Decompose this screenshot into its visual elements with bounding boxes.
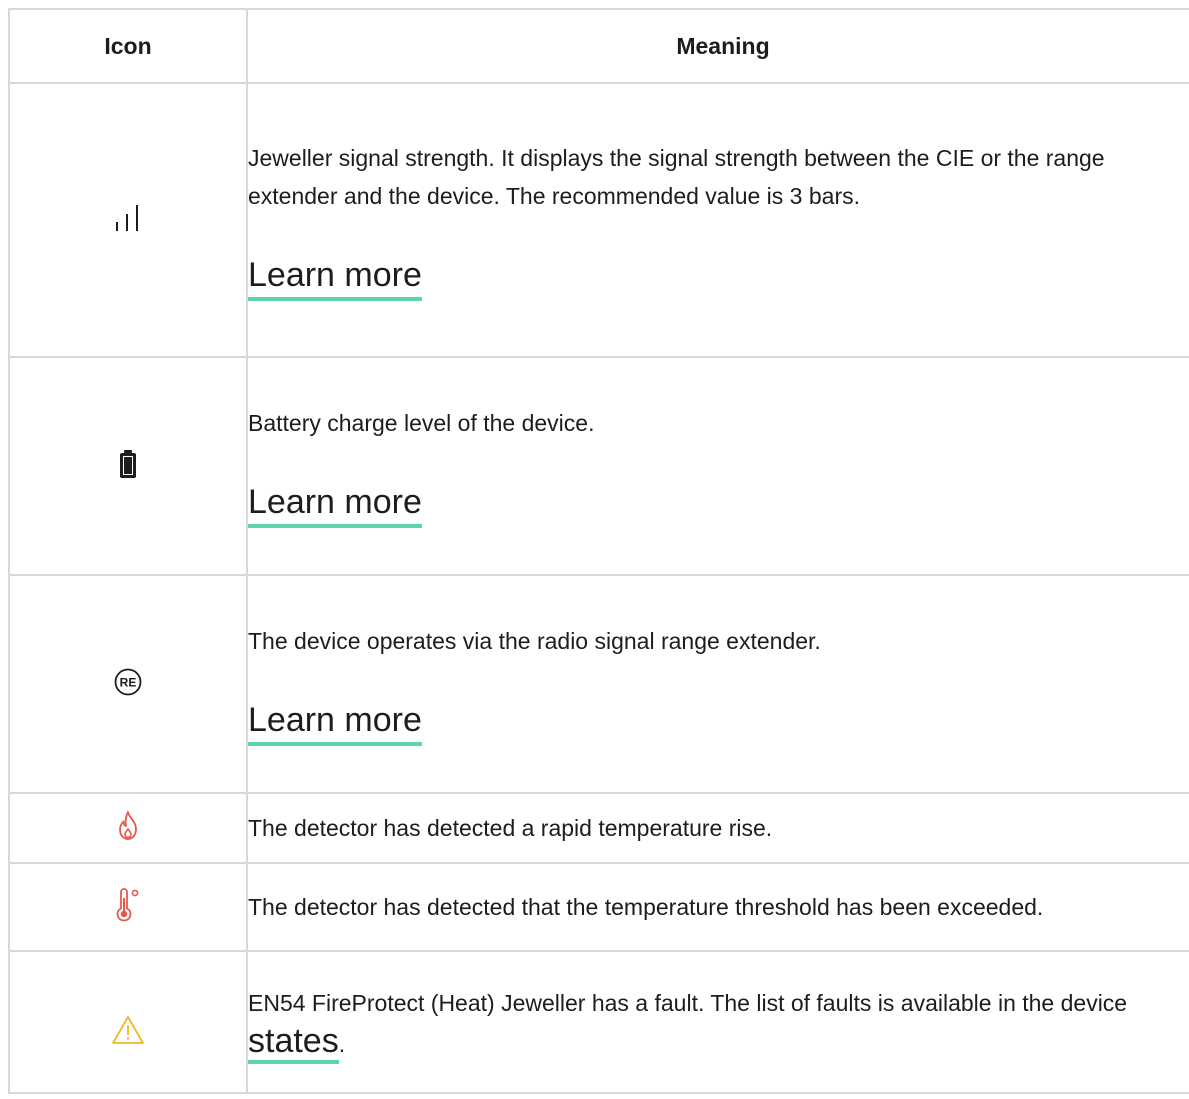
table-row: The detector has detected that the tempe… (8, 862, 1189, 952)
meaning-cell: The detector has detected a rapid temper… (246, 792, 1189, 864)
icon-cell: RE (8, 574, 248, 794)
meaning-cell: Battery charge level of the device. Lear… (246, 356, 1189, 576)
meaning-cell: The device operates via the radio signal… (246, 574, 1189, 794)
meaning-column-header: Meaning (246, 8, 1189, 84)
table-row: RE The device operates via the radio sig… (8, 574, 1189, 794)
rapid-rise-description: The detector has detected a rapid temper… (248, 815, 773, 841)
icon-column-header: Icon (8, 8, 248, 84)
fault-description-text: EN54 FireProtect (Heat) Jeweller has a f… (248, 989, 1128, 1016)
fault-description: EN54 FireProtect (Heat) Jeweller has a f… (248, 984, 1189, 1064)
icon-cell (8, 792, 248, 864)
thermometer-icon (113, 887, 143, 927)
icon-cell (8, 356, 248, 576)
meaning-cell: Jeweller signal strength. It displays th… (246, 82, 1189, 358)
icon-cell (8, 82, 248, 358)
table-header-row: Icon Meaning (8, 8, 1189, 84)
signal-strength-description: Jeweller signal strength. It displays th… (248, 145, 1105, 209)
table-row: Battery charge level of the device. Lear… (8, 356, 1189, 576)
battery-description: Battery charge level of the device. (248, 410, 595, 436)
range-extender-icon: RE (113, 667, 143, 702)
icon-cell (8, 862, 248, 952)
threshold-description: The detector has detected that the tempe… (248, 894, 1044, 920)
table-row: The detector has detected a rapid temper… (8, 792, 1189, 864)
table-row: EN54 FireProtect (Heat) Jeweller has a f… (8, 950, 1189, 1094)
fault-description-end: . (338, 1030, 346, 1057)
states-link[interactable]: states (248, 1021, 339, 1064)
learn-more-link-signal[interactable]: Learn more (248, 253, 422, 301)
range-extender-description: The device operates via the radio signal… (248, 628, 821, 654)
table-row: Jeweller signal strength. It displays th… (8, 82, 1189, 358)
icons-table: Icon Meaning Jeweller signal strength. I… (8, 8, 1189, 1094)
meaning-cell: EN54 FireProtect (Heat) Jeweller has a f… (246, 950, 1189, 1094)
battery-icon (118, 449, 138, 484)
learn-more-link-range-extender[interactable]: Learn more (248, 698, 422, 746)
flame-icon (114, 810, 142, 847)
warning-icon (111, 1015, 145, 1050)
signal-strength-icon (113, 203, 143, 238)
learn-more-link-battery[interactable]: Learn more (248, 480, 422, 528)
icon-cell (8, 950, 248, 1094)
meaning-cell: The detector has detected that the tempe… (246, 862, 1189, 952)
range-extender-icon-label: RE (120, 675, 137, 689)
